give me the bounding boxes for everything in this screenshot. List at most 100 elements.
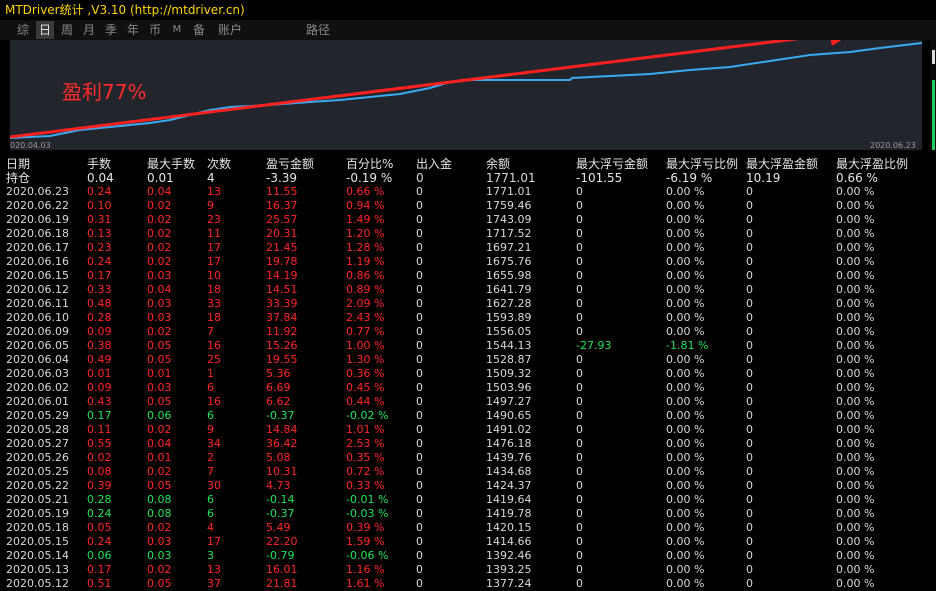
header-count[interactable]: 次数 xyxy=(207,157,231,171)
cell-max-float-profit: 0 xyxy=(746,227,753,240)
tab-summary[interactable]: 综 xyxy=(14,21,32,39)
cell-pl: -0.14 xyxy=(266,493,295,506)
tab-account[interactable]: 账户 xyxy=(214,21,246,39)
cell-max-lots: 0.03 xyxy=(147,297,172,310)
profit-annotation: 盈利77% xyxy=(62,80,147,104)
cell-date: 2020.05.25 xyxy=(6,465,69,478)
table-row[interactable]: 2020.05.26 0.02 0.01 2 5.08 0.35 % 0 1439.76 0 0.… xyxy=(0,451,930,465)
cell-max-float-loss: 0 xyxy=(576,353,583,366)
table-row[interactable]: 2020.06.09 0.09 0.02 7 11.92 0.77 % 0 1556.05 0 0… xyxy=(0,325,930,339)
cell-max-lots: 0.03 xyxy=(147,549,172,562)
table-row[interactable]: 2020.05.19 0.24 0.08 6 -0.37 -0.03 % 0 1419.78 0… xyxy=(0,507,930,521)
table-row[interactable]: 2020.05.28 0.11 0.02 9 14.84 1.01 % 0 1491.02 0 0… xyxy=(0,423,930,437)
holding-max-float-loss-pct: -6.19 % xyxy=(666,171,713,185)
header-io[interactable]: 出入金 xyxy=(416,157,452,171)
table-row[interactable]: 2020.06.18 0.13 0.02 11 20.31 1.20 % 0 1717.52 0… xyxy=(0,227,930,241)
table-row[interactable]: 2020.06.23 0.24 0.04 13 11.55 0.66 % 0 1771.01 0… xyxy=(0,185,930,199)
cell-max-float-loss: 0 xyxy=(576,493,583,506)
chart-end-date: 2020.06.23 xyxy=(870,141,916,150)
table-row[interactable]: 2020.05.22 0.39 0.05 30 4.73 0.33 % 0 1424.37 0 0… xyxy=(0,479,930,493)
cell-pct: -0.01 % xyxy=(346,493,389,506)
tab-notes[interactable]: 备 xyxy=(190,21,208,39)
table-row[interactable]: 2020.06.17 0.23 0.02 17 21.45 1.28 % 0 1697.21 0… xyxy=(0,241,930,255)
cell-date: 2020.06.12 xyxy=(6,283,69,296)
cell-max-lots: 0.04 xyxy=(147,437,172,450)
tab-magic[interactable]: M xyxy=(168,21,186,39)
cell-max-lots: 0.02 xyxy=(147,465,172,478)
cell-max-float-profit: 0 xyxy=(746,395,753,408)
table-row[interactable]: 2020.06.03 0.01 0.01 1 5.36 0.36 % 0 1509.32 0 0.… xyxy=(0,367,930,381)
table-row[interactable]: 2020.05.12 0.51 0.05 37 21.81 1.61 % 0 1377.24 0… xyxy=(0,577,930,591)
tab-day[interactable]: 日 xyxy=(36,21,54,39)
table-row[interactable]: 2020.05.25 0.08 0.02 7 10.31 0.72 % 0 1434.68 0 0… xyxy=(0,465,930,479)
table-row[interactable]: 2020.06.19 0.31 0.02 23 25.57 1.49 % 0 1743.09 0… xyxy=(0,213,930,227)
header-balance[interactable]: 余额 xyxy=(486,157,510,171)
cell-io: 0 xyxy=(416,437,423,450)
table-row[interactable]: 2020.05.21 0.28 0.08 6 -0.14 -0.01 % 0 1419.64 0… xyxy=(0,493,930,507)
tab-month[interactable]: 月 xyxy=(80,21,98,39)
cell-io: 0 xyxy=(416,521,423,534)
cell-max-float-loss-pct: 0.00 % xyxy=(666,521,705,534)
table-row[interactable]: 2020.06.15 0.17 0.03 10 14.19 0.86 % 0 1655.98 0… xyxy=(0,269,930,283)
cell-count: 10 xyxy=(207,269,221,282)
header-date[interactable]: 日期 xyxy=(6,157,30,171)
table-row[interactable]: 2020.05.13 0.17 0.02 13 16.01 1.16 % 0 1393.25 0… xyxy=(0,563,930,577)
window-title: MTDriver统计 ,V3.10 (http://mtdriver.cn) xyxy=(5,3,245,17)
cell-max-float-profit-pct: 0.00 % xyxy=(836,227,875,240)
cell-max-lots: 0.03 xyxy=(147,311,172,324)
tab-week[interactable]: 周 xyxy=(58,21,76,39)
cell-io: 0 xyxy=(416,409,423,422)
tab-quarter[interactable]: 季 xyxy=(102,21,120,39)
tab-currency[interactable]: 币 xyxy=(146,21,164,39)
table-row[interactable]: 2020.06.05 0.38 0.05 16 15.26 1.00 % 0 1544.13 -… xyxy=(0,339,930,353)
table-row[interactable]: 2020.05.27 0.55 0.04 34 36.42 2.53 % 0 1476.18 0… xyxy=(0,437,930,451)
header-max-float-profit-pct[interactable]: 最大浮盈比例 xyxy=(836,157,908,171)
cell-max-float-loss-pct: 0.00 % xyxy=(666,353,705,366)
holding-row[interactable]: 持仓 0.04 0.01 4 -3.39 -0.19 % 0 1771.01 -… xyxy=(0,171,930,185)
cell-count: 6 xyxy=(207,409,214,422)
cell-pct: 1.30 % xyxy=(346,353,385,366)
cell-io: 0 xyxy=(416,451,423,464)
cell-count: 9 xyxy=(207,423,214,436)
cell-max-float-loss: 0 xyxy=(576,367,583,380)
table-row[interactable]: 2020.06.16 0.24 0.02 17 19.78 1.19 % 0 1675.76 0… xyxy=(0,255,930,269)
cell-max-float-loss-pct: 0.00 % xyxy=(666,367,705,380)
tab-year[interactable]: 年 xyxy=(124,21,142,39)
cell-date: 2020.06.02 xyxy=(6,381,69,394)
cell-count: 2 xyxy=(207,451,214,464)
header-pl[interactable]: 盈亏金额 xyxy=(266,157,314,171)
table-row[interactable]: 2020.06.10 0.28 0.03 18 37.84 2.43 % 0 1593.89 0… xyxy=(0,311,930,325)
cell-max-float-loss: 0 xyxy=(576,409,583,422)
table-row[interactable]: 2020.05.15 0.24 0.03 17 22.20 1.59 % 0 1414.66 0… xyxy=(0,535,930,549)
cell-pct: 0.33 % xyxy=(346,479,385,492)
cell-count: 6 xyxy=(207,507,214,520)
tab-path[interactable]: 路径 xyxy=(302,21,334,39)
header-max-float-loss-pct[interactable]: 最大浮亏比例 xyxy=(666,157,738,171)
cell-max-float-profit-pct: 0.00 % xyxy=(836,255,875,268)
header-pct[interactable]: 百分比% xyxy=(346,157,393,171)
table-row[interactable]: 2020.05.29 0.17 0.06 6 -0.37 -0.02 % 0 1490.65 0… xyxy=(0,409,930,423)
cell-io: 0 xyxy=(416,535,423,548)
cell-max-lots: 0.02 xyxy=(147,563,172,576)
cell-balance: 1439.76 xyxy=(486,451,532,464)
cell-pl: 21.81 xyxy=(266,577,298,590)
header-max-lots[interactable]: 最大手数 xyxy=(147,157,195,171)
header-max-float-loss[interactable]: 最大浮亏金额 xyxy=(576,157,648,171)
table-row[interactable]: 2020.06.04 0.49 0.05 25 19.55 1.30 % 0 1528.87 0… xyxy=(0,353,930,367)
table-row[interactable]: 2020.06.12 0.33 0.04 18 14.51 0.89 % 0 1641.79 0… xyxy=(0,283,930,297)
table-row[interactable]: 2020.06.11 0.48 0.03 33 33.39 2.09 % 0 1627.28 0… xyxy=(0,297,930,311)
table-row[interactable]: 2020.06.22 0.10 0.02 9 16.37 0.94 % 0 1759.46 0 0… xyxy=(0,199,930,213)
cell-lots: 0.28 xyxy=(87,311,112,324)
table-row[interactable]: 2020.05.14 0.06 0.03 3 -0.79 -0.06 % 0 1392.46 0… xyxy=(0,549,930,563)
header-lots[interactable]: 手数 xyxy=(87,157,111,171)
cell-max-float-loss: 0 xyxy=(576,311,583,324)
table-row[interactable]: 2020.06.01 0.43 0.05 16 6.62 0.44 % 0 1497.27 0 0… xyxy=(0,395,930,409)
cell-pl: 19.78 xyxy=(266,255,298,268)
cell-io: 0 xyxy=(416,213,423,226)
cell-balance: 1655.98 xyxy=(486,269,532,282)
header-max-float-profit[interactable]: 最大浮盈金额 xyxy=(746,157,818,171)
table-row[interactable]: 2020.06.02 0.09 0.03 6 6.69 0.45 % 0 1503.96 0 0.… xyxy=(0,381,930,395)
right-scroll-strip[interactable] xyxy=(930,40,936,150)
cell-count: 13 xyxy=(207,563,221,576)
table-row[interactable]: 2020.05.18 0.05 0.02 4 5.49 0.39 % 0 1420.15 0 0.… xyxy=(0,521,930,535)
